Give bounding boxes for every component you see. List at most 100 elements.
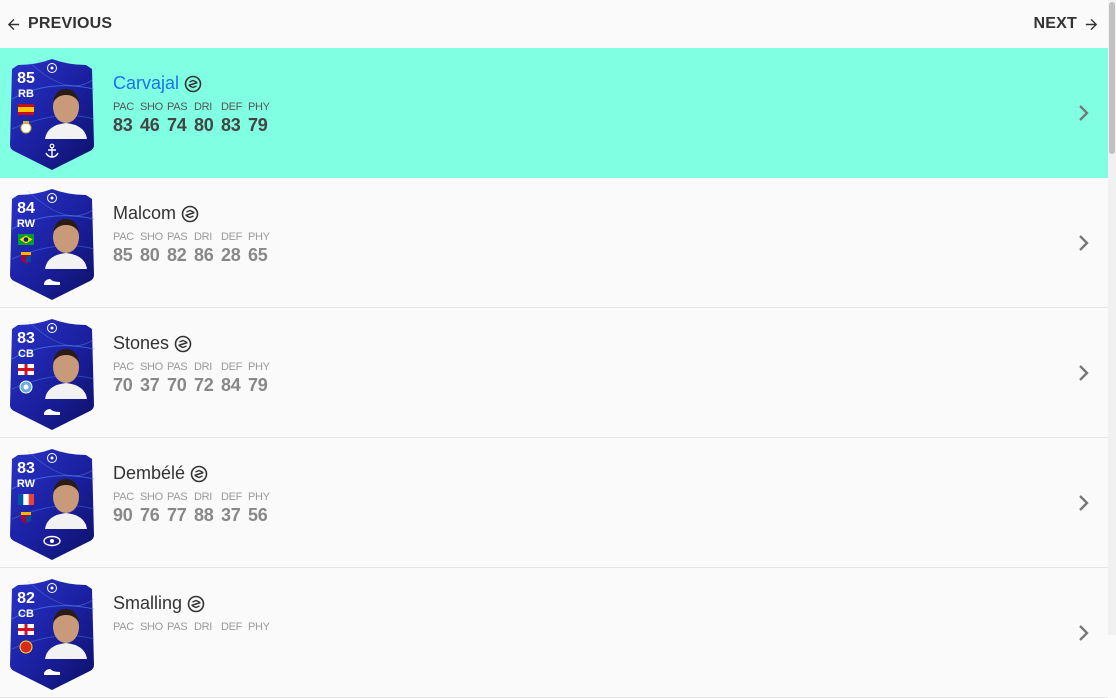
stat-label: DRI [194, 101, 213, 113]
nation-flag-icon [18, 234, 34, 245]
untradeable-icon [187, 595, 205, 612]
stat-values: 85 80 82 86 28 65 [113, 243, 275, 266]
stat-value: 86 [194, 245, 214, 265]
player-name: Stones [113, 333, 192, 354]
card-position: CB [18, 348, 34, 360]
stat-label: PAC [113, 101, 134, 113]
player-name-text: Carvajal [113, 73, 180, 93]
previous-label: PREVIOUS [28, 15, 113, 32]
chevron-right-icon[interactable] [1078, 364, 1090, 382]
player-name-text: Malcom [113, 203, 177, 223]
player-row[interactable]: 82 CB Smalling PAC SHO PAS DRI DEF PHY [0, 568, 1108, 698]
stat-label: PHY [248, 491, 270, 503]
player-name: Malcom [113, 203, 199, 224]
player-photo [45, 609, 87, 659]
player-name: Carvajal [113, 73, 202, 94]
stat-label: PAS [167, 361, 188, 373]
stat-value: 37 [221, 505, 241, 525]
chevron-right-icon[interactable] [1078, 104, 1090, 122]
stat-value: 88 [194, 505, 214, 525]
stat-value: 80 [194, 115, 214, 135]
player-row[interactable]: 83 RW Dembélé PAC SHO PAS DRI DEF PHY 90 76 77 8… [0, 438, 1108, 568]
stat-value: 85 [113, 245, 133, 265]
stat-values: 70 37 70 72 84 79 [113, 373, 275, 396]
scrollbar[interactable] [1108, 0, 1116, 635]
stat-label: PAC [113, 361, 134, 373]
chevron-right-icon[interactable] [1078, 624, 1090, 642]
card-position: RB [18, 88, 34, 100]
player-name-text: Stones [113, 333, 170, 353]
stat-label: DRI [194, 621, 213, 633]
next-button[interactable]: NEXT [1034, 0, 1108, 48]
card-position: CB [18, 608, 34, 620]
boot-icon [44, 669, 60, 675]
player-row[interactable]: 85 RB Carvajal PAC SHO PAS DRI DEF PHY 83 46 74… [0, 48, 1108, 178]
stat-label: SHO [140, 361, 163, 373]
champions-league-icon [47, 63, 57, 73]
stat-labels: PAC SHO PAS DRI DEF PHY [113, 361, 275, 373]
next-label: NEXT [1033, 15, 1077, 32]
player-stats: PAC SHO PAS DRI DEF PHY 85 80 82 86 28 65 [113, 231, 275, 266]
scrollbar-thumb[interactable] [1109, 2, 1115, 154]
untradeable-icon [174, 335, 192, 352]
stat-values: 83 46 74 80 83 79 [113, 113, 275, 136]
stat-value: 65 [248, 245, 268, 265]
boot-icon [44, 279, 60, 285]
player-photo [45, 349, 87, 399]
stat-label: DRI [194, 361, 213, 373]
stat-label: SHO [140, 491, 163, 503]
stat-value: 83 [113, 115, 133, 135]
chevron-right-icon[interactable] [1078, 234, 1090, 252]
club-badge-icon [19, 640, 33, 654]
stat-label: PAS [167, 491, 188, 503]
stat-value: 82 [167, 245, 187, 265]
nation-flag-icon [18, 364, 34, 375]
player-row[interactable]: 84 RW Malcom PAC SHO PAS DRI DEF PHY 85 80 82 86… [0, 178, 1108, 308]
stat-value: 56 [248, 505, 268, 525]
stat-value: 46 [140, 115, 160, 135]
stat-value: 79 [248, 115, 268, 135]
nation-flag-icon [18, 624, 34, 635]
stat-label: PHY [248, 361, 270, 373]
previous-button[interactable]: PREVIOUS [0, 0, 112, 48]
card-rating: 83 [17, 460, 35, 477]
chevron-right-icon[interactable] [1078, 494, 1090, 512]
player-card: 85 RB [8, 59, 96, 170]
player-row[interactable]: 83 CB Stones PAC SHO PAS DRI DEF PHY 70 37 70 72… [0, 308, 1108, 438]
stat-value: 83 [221, 115, 241, 135]
stat-value: 84 [221, 375, 241, 395]
stat-value: 28 [221, 245, 241, 265]
nation-flag-icon [18, 104, 34, 115]
player-photo [45, 219, 87, 269]
club-badge-icon [20, 121, 32, 134]
stat-label: PAC [113, 491, 134, 503]
stat-label: DRI [194, 491, 213, 503]
untradeable-icon [181, 205, 199, 222]
stat-label: SHO [140, 621, 163, 633]
player-stats: PAC SHO PAS DRI DEF PHY 70 37 70 72 84 79 [113, 361, 275, 396]
stat-label: PAS [167, 101, 188, 113]
stat-labels: PAC SHO PAS DRI DEF PHY [113, 231, 275, 243]
pagination-bar: PREVIOUS NEXT [0, 0, 1108, 48]
untradeable-icon [184, 75, 202, 92]
stat-label: PAS [167, 621, 188, 633]
card-position: RW [16, 218, 36, 230]
stat-value: 80 [140, 245, 160, 265]
untradeable-icon [190, 465, 208, 482]
player-stats: PAC SHO PAS DRI DEF PHY 90 76 77 88 37 56 [113, 491, 275, 526]
nation-flag-icon [18, 494, 34, 505]
stat-label: DRI [194, 231, 213, 243]
stat-label: PHY [248, 101, 270, 113]
stat-label: DEF [221, 491, 243, 503]
club-badge-icon [21, 252, 31, 264]
player-card: 84 RW [8, 189, 96, 300]
stat-value: 72 [194, 375, 214, 395]
stat-label: DEF [221, 231, 243, 243]
stat-label: SHO [140, 231, 163, 243]
card-position: RW [16, 478, 36, 490]
club-badge-icon [21, 512, 31, 524]
player-card: 83 RW [8, 449, 96, 560]
stat-label: PAS [167, 231, 188, 243]
card-rating: 82 [17, 590, 35, 607]
champions-league-icon [47, 453, 57, 463]
